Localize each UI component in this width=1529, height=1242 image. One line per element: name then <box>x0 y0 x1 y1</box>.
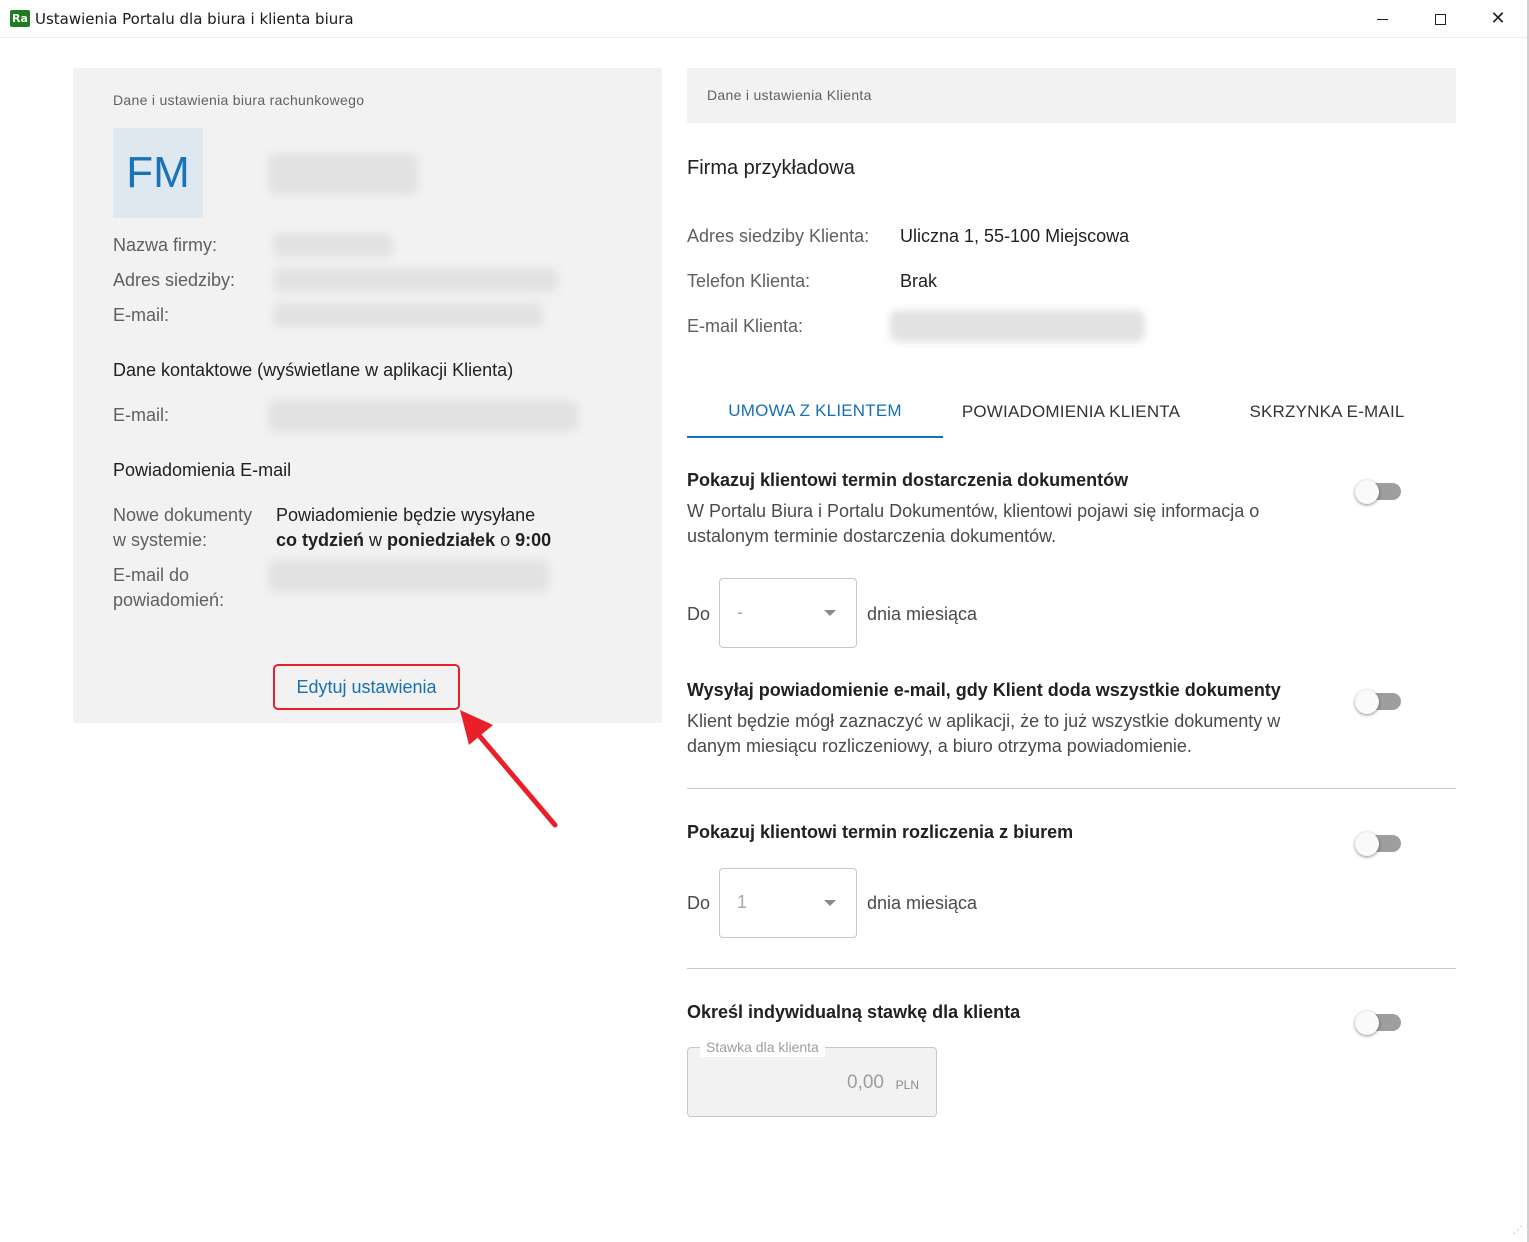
tab-umowa-z-klientem[interactable]: UMOWA Z KLIENTEM <box>687 385 943 438</box>
doc-deadline-suffix: dnia miesiąca <box>867 604 978 624</box>
doc-deadline-toggle[interactable] <box>1355 480 1401 504</box>
tab-bar: UMOWA Z KLIENTEM POWIADOMIENIA KLIENTA S… <box>687 385 1456 438</box>
contact-heading: Dane kontaktowe (wyświetlane w aplikacji… <box>113 360 514 380</box>
office-settings-panel: Dane i ustawienia biura rachunkowego FM … <box>73 68 662 723</box>
redacted-email <box>273 303 543 327</box>
redacted-client-email <box>890 310 1145 342</box>
notification-schedule: Powiadomienie będzie wysyłane co tydzień… <box>276 503 576 553</box>
close-button[interactable]: ✕ <box>1469 0 1527 38</box>
client-address-value: Uliczna 1, 55-100 Miejscowa <box>900 226 1130 246</box>
tab-powiadomienia-klienta[interactable]: POWIADOMIENIA KLIENTA <box>943 385 1199 438</box>
redacted-company-name <box>273 233 393 257</box>
doc-deadline-do-label: Do <box>687 604 711 624</box>
settlement-suffix: dnia miesiąca <box>867 893 978 913</box>
client-section-header: Dane i ustawienia Klienta <box>687 68 1456 123</box>
maximize-icon <box>1434 13 1446 25</box>
notification-email-label: E-mail do powiadomień: <box>113 563 224 613</box>
client-section-label: Dane i ustawienia Klienta <box>707 87 872 103</box>
maximize-button[interactable] <box>1411 0 1469 38</box>
contact-email-label: E-mail: <box>113 405 170 425</box>
notification-line2: co tydzień w poniedziałek o 9:00 <box>276 528 576 553</box>
title-bar: Ra Ustawienia Portalu dla biura i klient… <box>0 0 1529 38</box>
client-rate-unit: PLN <box>895 1078 919 1092</box>
chevron-down-icon <box>824 900 836 906</box>
resize-grip-icon[interactable]: ⋰ <box>1513 1226 1523 1236</box>
all-docs-email-desc-line1: Klient będzie mógł zaznaczyć w aplikacji… <box>687 711 1281 731</box>
client-phone-value: Brak <box>900 271 938 291</box>
notification-time: 9:00 <box>515 530 552 550</box>
doc-deadline-day-select[interactable]: - <box>719 578 857 648</box>
edit-settings-button[interactable]: Edytuj ustawienia <box>273 664 460 710</box>
all-docs-email-toggle[interactable] <box>1355 690 1401 714</box>
tab-skrzynka-email[interactable]: SKRZYNKA E-MAIL <box>1199 385 1455 438</box>
doc-deadline-day-value: - <box>737 602 743 622</box>
new-docs-label-line1: Nowe dokumenty <box>113 505 253 525</box>
client-email-label: E-mail Klienta: <box>687 316 804 336</box>
window-title: Ustawienia Portalu dla biura i klienta b… <box>35 10 354 28</box>
toggle-knob <box>1355 832 1379 856</box>
redacted-company-title <box>268 153 418 195</box>
minimize-button[interactable] <box>1353 0 1411 38</box>
toggle-knob <box>1355 1011 1379 1035</box>
client-phone-label: Telefon Klienta: <box>687 271 811 291</box>
close-icon: ✕ <box>1490 8 1506 29</box>
redacted-notification-email <box>268 560 550 592</box>
new-docs-label: Nowe dokumenty w systemie: <box>113 503 252 553</box>
individual-rate-toggle[interactable] <box>1355 1011 1401 1035</box>
divider <box>687 968 1456 969</box>
new-docs-label-line2: w systemie: <box>113 530 208 550</box>
settlement-do-label: Do <box>687 893 711 913</box>
doc-deadline-title: Pokazuj klientowi termin dostarczenia do… <box>687 470 1129 490</box>
avatar: FM <box>113 128 203 218</box>
office-section-label: Dane i ustawienia biura rachunkowego <box>113 92 365 108</box>
annotation-arrow <box>460 710 558 828</box>
client-company-name: Firma przykładowa <box>687 157 855 179</box>
settlement-deadline-toggle[interactable] <box>1355 832 1401 856</box>
notification-email-label-line2: powiadomień: <box>113 590 225 610</box>
email-label: E-mail: <box>113 305 170 325</box>
minimize-icon <box>1376 18 1388 20</box>
client-rate-label: Stawka dla klienta <box>700 1037 825 1057</box>
company-name-label: Nazwa firmy: <box>113 235 218 255</box>
client-rate-field[interactable]: Stawka dla klienta 0,00 PLN <box>687 1037 937 1117</box>
doc-deadline-desc-line1: W Portalu Biura i Portalu Dokumentów, kl… <box>687 501 1260 521</box>
notification-o: o <box>500 530 511 550</box>
client-address-label: Adres siedziby Klienta: <box>687 226 870 246</box>
toggle-knob <box>1355 690 1379 714</box>
address-label: Adres siedziby: <box>113 270 236 290</box>
divider <box>687 788 1456 789</box>
redacted-contact-email <box>268 400 578 432</box>
notification-email-label-line1: E-mail do <box>113 565 190 585</box>
notification-w: w <box>369 530 383 550</box>
settlement-day-value: 1 <box>737 892 748 912</box>
settlement-day-select[interactable]: 1 <box>719 868 857 938</box>
settlement-deadline-title: Pokazuj klientowi termin rozliczenia z b… <box>687 822 1074 842</box>
all-docs-email-title: Wysyłaj powiadomienie e-mail, gdy Klient… <box>687 680 1281 700</box>
doc-deadline-description: W Portalu Biura i Portalu Dokumentów, kl… <box>687 499 1307 549</box>
redacted-address <box>273 268 558 292</box>
toggle-knob <box>1355 480 1379 504</box>
individual-rate-title: Określ indywidualną stawkę dla klienta <box>687 1002 1021 1022</box>
notification-day: poniedziałek <box>387 530 496 550</box>
notifications-heading: Powiadomienia E-mail <box>113 460 292 480</box>
notification-frequency: co tydzień <box>276 530 365 550</box>
doc-deadline-desc-line2: ustalonym terminie dostarczenia dokument… <box>687 526 1057 546</box>
all-docs-email-description: Klient będzie mógł zaznaczyć w aplikacji… <box>687 709 1307 759</box>
client-rate-value: 0,00 <box>847 1072 884 1093</box>
notification-line1: Powiadomienie będzie wysyłane <box>276 505 536 525</box>
chevron-down-icon <box>824 610 836 616</box>
all-docs-email-desc-line2: danym miesiącu rozliczeniowy, a biuro ot… <box>687 736 1192 756</box>
app-icon: Ra <box>10 10 30 27</box>
